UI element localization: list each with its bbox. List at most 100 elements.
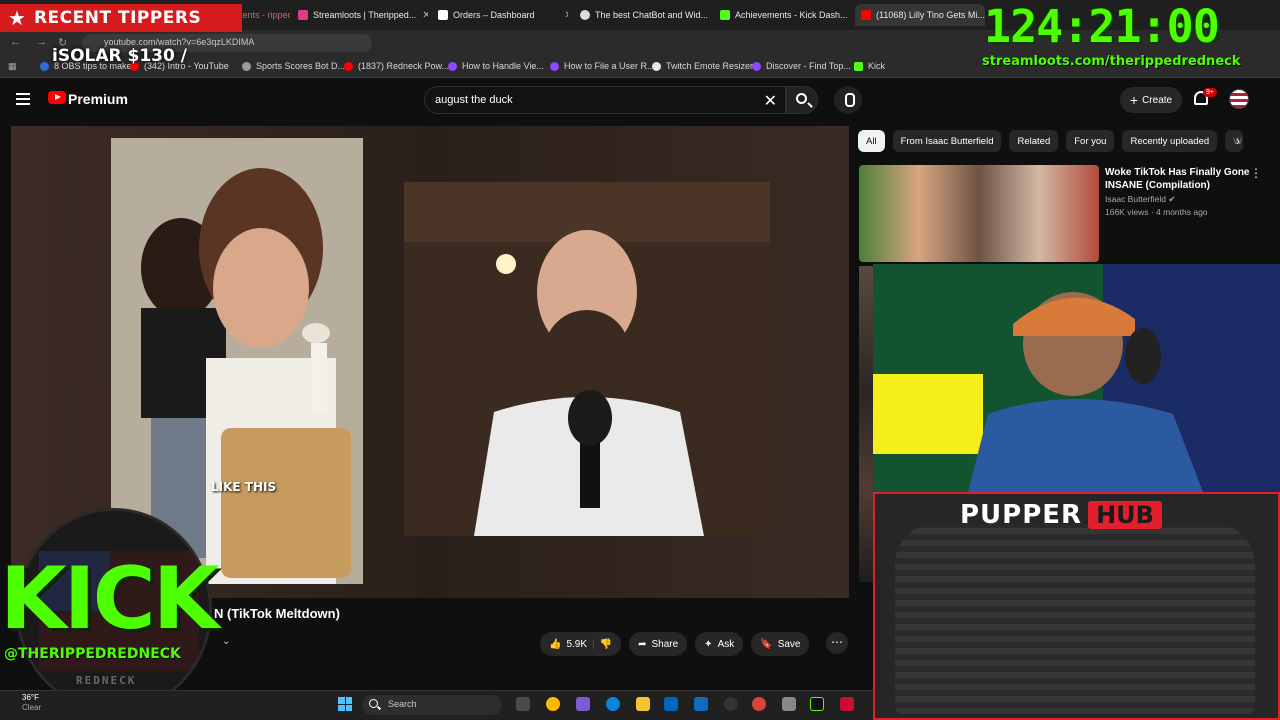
twitch-icon <box>448 61 457 71</box>
thumbs-down-icon[interactable]: 👎 <box>600 639 612 650</box>
teams-icon[interactable] <box>576 697 590 711</box>
close-tab-icon[interactable]: ✕ <box>565 10 568 21</box>
like-button[interactable]: 👍 5.9K | 👎 <box>540 632 622 656</box>
chip-from-channel[interactable]: From Isaac Butterfield <box>892 130 1002 152</box>
recommendation-title[interactable]: Woke TikTok Has Finally Gone INSANE (Com… <box>1105 166 1250 192</box>
bookmark-emote-resizer[interactable]: Twitch Emote Resizer <box>652 61 753 71</box>
kick-icon <box>854 61 863 71</box>
video-actions: 👍 5.9K | 👎 ➦ Share ✦ Ask 🔖 Save <box>540 632 810 656</box>
forward-icon[interactable]: → <box>36 36 47 48</box>
bookmark-kick[interactable]: Kick <box>854 61 885 71</box>
kick-logo-text: KICK <box>0 549 219 649</box>
pupper-hub-logo: PUPPER HUB <box>960 500 1162 530</box>
globe-icon <box>242 61 251 71</box>
globe-icon <box>652 61 661 71</box>
bookmark-icon: 🔖 <box>760 638 773 650</box>
bookmark-sports-scores[interactable]: Sports Scores Bot D... <box>242 61 345 71</box>
chevron-down-icon[interactable]: ⌄ <box>222 636 230 647</box>
hamburger-menu-icon[interactable] <box>16 93 30 105</box>
app-icon[interactable] <box>782 697 796 711</box>
twitch-icon <box>752 61 761 71</box>
ask-button[interactable]: ✦ Ask <box>695 632 744 656</box>
recent-tipper-entry: iSOLAR $130 / <box>52 46 187 66</box>
search-button[interactable] <box>786 86 818 114</box>
task-view-icon[interactable] <box>516 697 530 711</box>
taskbar-search[interactable]: Search <box>362 695 502 715</box>
plus-icon: + <box>1129 92 1139 108</box>
bookmark-file-user-report[interactable]: How to File a User R... <box>550 61 655 71</box>
dashboard-icon <box>438 10 448 20</box>
bookmark-icon <box>40 61 49 71</box>
chatbot-icon <box>580 10 590 20</box>
weather-widget[interactable]: 36°F Clear <box>22 693 41 713</box>
search-query: august the duck <box>435 94 513 106</box>
kick-icon <box>720 10 730 20</box>
youtube-header: Premium august the duck ✕ + Create 9+ <box>0 79 1280 121</box>
close-tab-icon[interactable]: ✕ <box>422 10 428 21</box>
podcast-clip-art <box>404 182 770 536</box>
tab-chatbot[interactable]: The best ChatBot and Wid...✕ <box>574 4 710 26</box>
create-button[interactable]: + Create <box>1120 87 1182 113</box>
recommendation-meta: 166K views · 4 months ago <box>1105 207 1208 217</box>
tab-orders-dashboard[interactable]: Orders – Dashboard✕ <box>432 4 568 26</box>
chip-recently-uploaded[interactable]: Recently uploaded <box>1122 130 1218 152</box>
search-input[interactable]: august the duck ✕ <box>424 86 786 114</box>
streamer-webcam-art <box>873 264 1280 492</box>
video-caption: LIKE THIS <box>211 480 277 494</box>
screen: StreamElements - ripped... Streamloots |… <box>0 0 1280 720</box>
redneck-label: REDNECK <box>76 674 137 687</box>
obs-icon[interactable] <box>724 697 738 711</box>
recommendation-thumbnail[interactable] <box>859 165 1099 262</box>
outlook-icon[interactable] <box>694 697 708 711</box>
chip-all[interactable]: All <box>858 130 885 152</box>
chip-partial[interactable]: W <box>1225 130 1244 152</box>
voice-search-icon[interactable] <box>834 86 862 114</box>
verified-icon: ✔ <box>1168 194 1176 204</box>
youtube-premium-label[interactable]: Premium <box>68 91 128 107</box>
notification-badge: 9+ <box>1203 88 1217 97</box>
podcast-clip <box>404 182 770 536</box>
youtube-icon <box>861 10 871 20</box>
share-icon: ➦ <box>638 638 647 650</box>
recommendation-chips: All From Isaac Butterfield Related For y… <box>858 130 1244 152</box>
bookmark-handle-viewers[interactable]: How to Handle Vie... <box>448 61 544 71</box>
chevron-right-icon[interactable]: › <box>1236 134 1240 148</box>
clear-search-icon[interactable]: ✕ <box>764 91 777 111</box>
tab-kick-achievements[interactable]: Achievements - Kick Dash...✕ <box>714 4 852 26</box>
share-button[interactable]: ➦ Share <box>629 632 688 656</box>
more-actions-icon[interactable]: ⋯ <box>826 632 848 654</box>
streamloots-url: streamloots.com/therippedredneck <box>982 54 1241 69</box>
search-icon <box>369 699 378 708</box>
recommendation-channel[interactable]: Isaac Butterfield ✔ <box>1105 194 1175 205</box>
video-title: N (TikTok Meltdown) <box>214 606 340 621</box>
store-icon[interactable] <box>664 697 678 711</box>
copilot-icon[interactable] <box>546 697 560 711</box>
save-button[interactable]: 🔖 Save <box>751 632 810 656</box>
edge-icon[interactable] <box>606 697 620 711</box>
chip-related[interactable]: Related <box>1009 130 1059 152</box>
back-icon[interactable]: ← <box>10 36 21 48</box>
windows-start-icon[interactable] <box>338 697 352 711</box>
sparkle-icon: ✦ <box>704 638 713 650</box>
terminal-icon[interactable] <box>810 697 824 711</box>
recent-tippers-banner: ★ RECENT TIPPERS <box>0 4 242 32</box>
apps-icon[interactable]: ▦ <box>8 61 17 72</box>
app-red-icon[interactable] <box>840 697 854 711</box>
thumbs-up-icon: 👍 <box>549 638 562 650</box>
chrome-icon[interactable] <box>752 697 766 711</box>
more-options-icon[interactable]: ⋮ <box>1250 166 1262 180</box>
streamloots-icon <box>298 10 308 20</box>
youtube-logo-icon[interactable] <box>48 91 66 104</box>
avatar[interactable] <box>1229 89 1249 109</box>
file-explorer-icon[interactable] <box>636 697 650 711</box>
dog-crate-art <box>895 524 1255 714</box>
tab-youtube-active[interactable]: (11068) Lilly Tino Gets Mi... <box>855 4 985 26</box>
star-icon: ★ <box>8 7 26 30</box>
youtube-icon <box>344 61 353 71</box>
bookmark-discover[interactable]: Discover - Find Top... <box>752 61 851 71</box>
subathon-timer: 124:21:00 <box>984 0 1220 53</box>
twitch-icon <box>550 61 559 71</box>
chip-for-you[interactable]: For you <box>1066 130 1115 152</box>
bookmark-redneck-pow[interactable]: (1837) Redneck Pow... <box>344 61 449 71</box>
tab-streamloots[interactable]: Streamloots | Theripped... ✕ <box>292 4 428 26</box>
